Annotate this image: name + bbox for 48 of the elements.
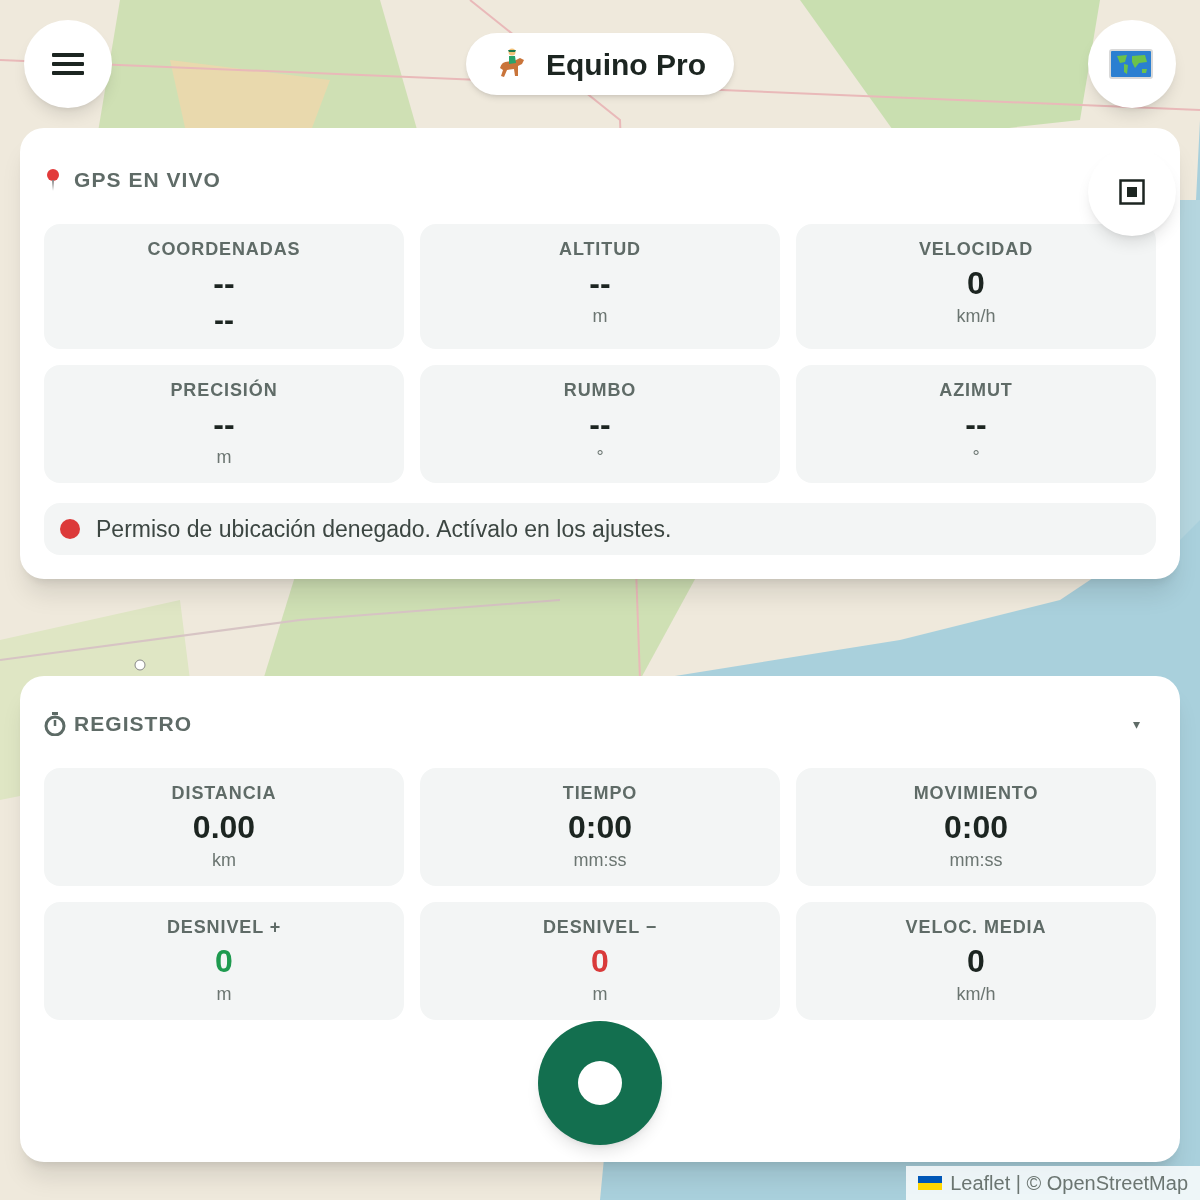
stat-unit: mm:ss xyxy=(573,849,627,872)
stat-value: -- xyxy=(213,264,235,303)
stat-unit: km/h xyxy=(956,305,996,328)
attribution-text: Leaflet | © OpenStreetMap xyxy=(950,1171,1188,1196)
stat-label: TIEMPO xyxy=(562,782,638,805)
stat-label: VELOC. MEDIA xyxy=(905,916,1047,939)
world-map-icon xyxy=(1109,48,1155,80)
stat-value: -- xyxy=(965,405,987,444)
stat-label: ALTITUD xyxy=(559,238,641,261)
stat-value: 0.00 xyxy=(192,808,256,847)
stat-label: DISTANCIA xyxy=(171,782,277,805)
record-dot-icon xyxy=(578,1061,622,1105)
stat-label: AZIMUT xyxy=(939,379,1013,402)
collapse-toggle[interactable]: ▾ xyxy=(1133,713,1156,735)
stat-unit: m xyxy=(592,983,608,1006)
menu-icon xyxy=(52,52,84,76)
stat-unit: ° xyxy=(972,446,980,469)
stat-label: DESNIVEL + xyxy=(166,916,282,939)
stat-label: MOVIMIENTO xyxy=(913,782,1039,805)
stat-unit: m xyxy=(592,305,608,328)
stat-value: -- xyxy=(589,264,611,303)
stat-unit: mm:ss xyxy=(949,849,1003,872)
stat-label: DESNIVEL − xyxy=(542,916,658,939)
stat-value: 0 xyxy=(967,264,985,303)
stat-label: RUMBO xyxy=(563,379,637,402)
stat-value: 0 xyxy=(591,942,609,981)
stop-square-icon xyxy=(1119,179,1145,205)
stat-value: -- xyxy=(589,405,611,444)
stat-value: 0:00 xyxy=(567,808,632,847)
flag-icon xyxy=(918,1176,943,1190)
stat-unit: m xyxy=(216,446,232,469)
stat-value: -- xyxy=(213,405,235,444)
status-message: Permiso de ubicación denegado. Actívalo en los ajustes. xyxy=(96,514,672,544)
stat-unit: -- xyxy=(214,303,234,337)
stat-label: COORDENADAS xyxy=(147,238,301,261)
stat-value: 0:00 xyxy=(943,808,1008,847)
stat-label: PRECISIÓN xyxy=(170,378,278,402)
stat-unit: m xyxy=(216,983,232,1006)
app-title: Equino Pro xyxy=(546,46,706,83)
panel-title: GPS EN VIVO xyxy=(74,167,221,194)
stopwatch-icon xyxy=(44,712,66,736)
stat-unit: km xyxy=(212,849,236,872)
stat-label: VELOCIDAD xyxy=(918,238,1034,261)
stat-unit: km/h xyxy=(956,983,996,1006)
panel-title: REGISTRO xyxy=(74,711,193,738)
stat-unit: ° xyxy=(596,446,604,469)
stat-value: 0 xyxy=(215,942,233,981)
stat-value: 0 xyxy=(967,942,985,981)
